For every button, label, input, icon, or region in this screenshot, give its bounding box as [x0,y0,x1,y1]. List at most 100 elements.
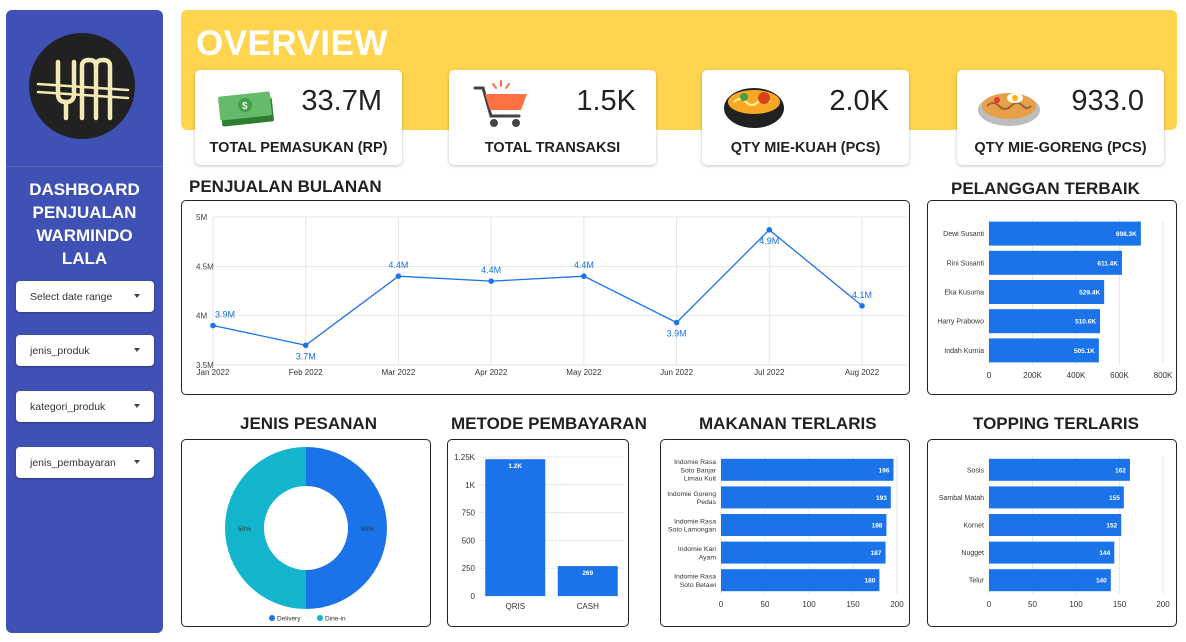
kpi-value: 33.7M [301,85,382,117]
data-label: 3.9M [215,310,235,320]
x-tick-label: 200 [1156,600,1170,609]
monthly-sales-title: PENJUALAN BULANAN [189,177,382,196]
payment-method-bar-chart: 0 250 500 750 1K 1.25K 1.2K QRIS 269 CASH [454,453,624,611]
best-food-panel: 0 50 100 150 200 196 Indomie Rasa Soto Banjar Li… [660,439,910,627]
monthly-sales-panel: 5M 4.5M 4M 3.5M Jan 2022 Feb 2022 Mar 2022 Apr … [181,200,910,395]
best-food-title: MAKANAN TERLARIS [699,414,877,433]
jenis-produk-filter[interactable]: jenis_produk [16,335,154,366]
data-label: 611.4K [1097,260,1118,267]
category-label: Soto Banjar [680,467,716,474]
best-topping-title: TOPPING TERLARIS [973,414,1139,433]
slice-label: 50% [238,526,251,533]
monthly-sales-line-chart: 5M4.5M4M3.5MJan 2022 Feb 2022 Mar 2022 Apr … [196,213,907,377]
bar [721,541,886,564]
data-label: 155 [1109,495,1120,502]
category-label: Sosis [967,467,985,474]
data-label: 698.3K [1116,231,1137,238]
y-tick-label: 500 [462,536,476,545]
legend-swatch [317,615,323,621]
category-label: Rini Susanti [947,260,985,267]
x-tick-label: 100 [1069,600,1083,609]
category-label: Telur [969,578,985,585]
x-tick-label: 150 [846,600,860,609]
date-range-filter[interactable]: Select date range [16,281,154,312]
x-tick-label: Aug 2022 [845,368,880,377]
category-label: Limau Kuit [684,476,716,483]
sidebar-divider [6,166,163,167]
best-topping-panel: 0 50 100 150 200 162 Sosis 155 Sambal Matah 152 Ko… [927,439,1177,627]
legend-label: Dine-in [325,616,346,623]
category-label: Soto Betawi [680,582,717,589]
y-tick-label: 4.5M [196,262,214,271]
payment-method-panel: 0 250 500 750 1K 1.25K 1.2K QRIS 269 CASH [447,439,629,627]
logo [28,32,136,140]
data-label: 140 [1096,578,1107,585]
x-tick-label: 400K [1067,371,1086,380]
data-label: 193 [876,495,887,502]
overview-title: OVERVIEW [196,24,389,63]
data-label: 505.1K [1074,348,1095,355]
data-label: 180 [865,578,876,585]
order-type-panel: 50% 50% Delivery Dine-in [181,439,431,627]
data-point [302,342,309,349]
x-tick-label: CASH [577,602,599,611]
data-label: 4.4M [574,260,594,270]
caret-down-icon [134,348,140,352]
dashboard-title-line: DASHBOARD [29,180,140,199]
caret-down-icon [134,460,140,464]
bar [721,514,887,536]
kategori-produk-filter[interactable]: kategori_produk [16,391,154,422]
category-label: Indomie Rasa [674,459,716,466]
pie-slice [306,447,387,609]
fried-noodle-icon [978,93,1040,126]
category-label: Indomie Rasa [674,518,716,525]
kpi-qty-mie-goreng: 933.0 QTY MIE-GORENG (PCS) [957,70,1164,165]
data-label: 4.4M [481,265,501,275]
data-point [488,278,494,284]
data-label: 4.4M [388,260,408,270]
category-label: Pedas [697,499,717,506]
bar [989,514,1122,536]
series-line [212,228,863,346]
y-tick-label: 750 [462,509,476,518]
bar [989,569,1111,592]
kpi-label: QTY MIE-GORENG (PCS) [974,140,1147,156]
kpi-total-pemasukan: $ 33.7M TOTAL PEMASUKAN (RP) [195,70,402,165]
kpi-label: TOTAL TRANSAKSI [484,140,621,156]
kpi-qty-mie-kuah: 2.0K QTY MIE-KUAH (PCS) [702,70,909,165]
x-tick-label: May 2022 [566,368,602,377]
kpi-label: QTY MIE-KUAH (PCS) [730,140,881,156]
caret-down-icon [134,294,140,298]
x-tick-label: 0 [987,600,992,609]
top-customers-title: PELANGGAN TERBAIK [951,179,1140,198]
category-label: Indah Kurnia [944,348,984,355]
x-tick-label: 600K [1110,371,1129,380]
data-point [581,273,587,279]
x-tick-label: 0 [987,371,992,380]
bar [485,459,546,596]
cart-icon [473,80,527,127]
kpi-total-transaksi: 1.5K TOTAL TRANSAKSI [449,70,656,165]
kpi-value: 933.0 [1071,85,1144,117]
y-tick-label: 1K [465,481,475,490]
category-label: Nugget [961,550,984,557]
x-tick-label: QRIS [505,602,525,611]
x-tick-label: 50 [1028,600,1037,609]
y-tick-label: 4M [196,312,207,321]
data-label: 152 [1106,523,1117,530]
svg-text:$: $ [242,101,248,112]
x-tick-label: 200K [1023,371,1042,380]
data-point [210,322,216,329]
data-point [673,319,680,326]
x-tick-label: Mar 2022 [382,368,416,377]
filter-label: Select date range [30,290,113,303]
data-point [766,227,773,233]
order-type-donut-chart: 50% 50% Delivery Dine-in [225,447,387,623]
category-label: Indomie Goreng [667,491,716,498]
dashboard-title: DASHBOARD PENJUALAN WARMINDO LALA [6,178,163,270]
category-label: Dewi Susanti [943,231,984,238]
data-point [859,303,865,309]
jenis-pembayaran-filter[interactable]: jenis_pembayaran [16,447,154,478]
data-label: 4.9M [759,236,779,246]
x-tick-label: Jun 2022 [660,368,693,377]
